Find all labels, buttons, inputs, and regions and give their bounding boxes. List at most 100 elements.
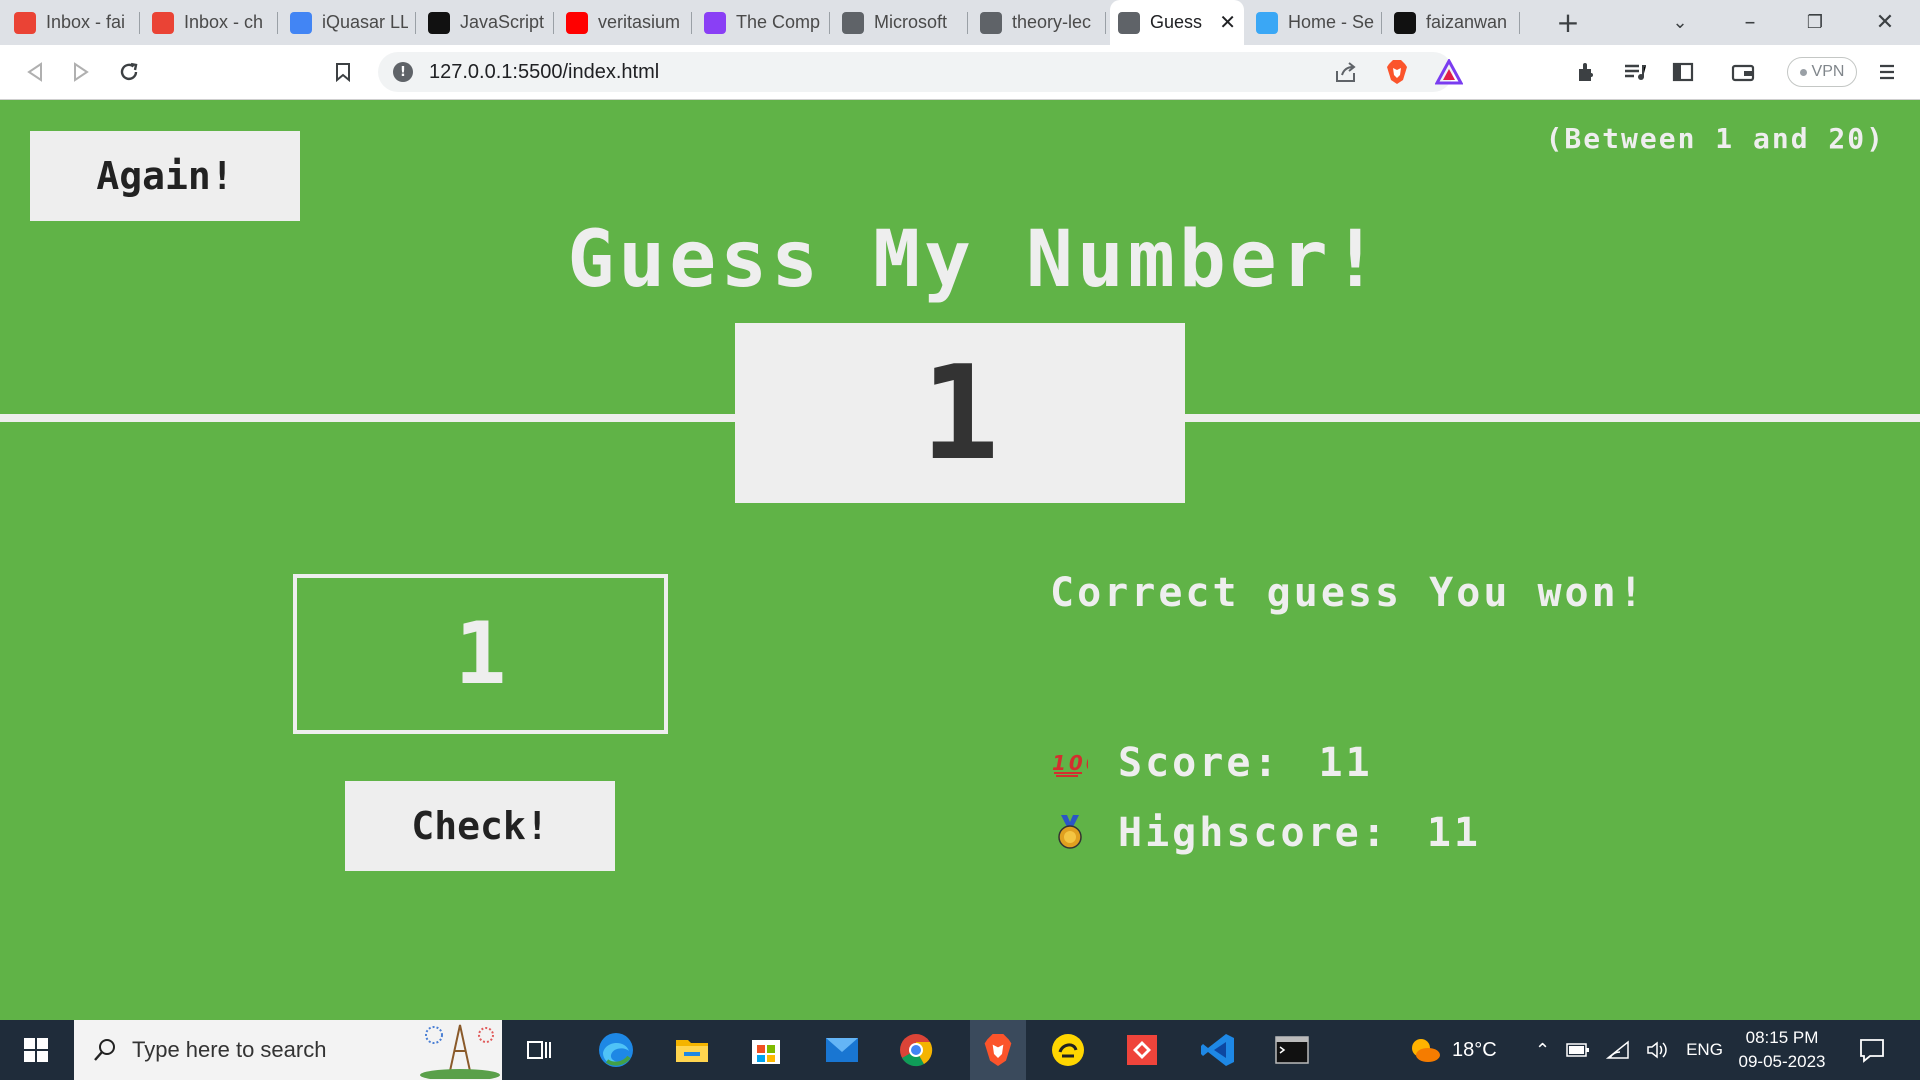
tab-title: The Comp <box>736 12 821 32</box>
browser-tab[interactable]: JavaScript <box>420 0 554 45</box>
status-message: Correct guess You won! <box>1050 570 1646 616</box>
minimize-button[interactable]: – <box>1715 0 1785 45</box>
guess-input[interactable]: 1 <box>293 574 668 734</box>
back-arrow-icon <box>27 62 42 82</box>
edge-icon[interactable] <box>594 1028 638 1072</box>
anydesk-icon[interactable] <box>1120 1028 1164 1072</box>
browser-tab[interactable]: faizanwan <box>1386 0 1520 45</box>
url-text[interactable]: 127.0.0.1:5500/index.html <box>429 61 659 84</box>
highscore-row: Highscore: 11 <box>1052 810 1481 856</box>
page-title: Guess My Number! <box>567 215 1383 305</box>
brave-shield-icon[interactable] <box>1385 59 1409 89</box>
game-page: Again! (Between 1 and 20) Guess My Numbe… <box>0 100 1920 1020</box>
clock[interactable]: 08:15 PM 09-05-2023 <box>1730 1026 1834 1074</box>
tab-bar: Inbox - fai Inbox - ch iQuasar LL JavaScrip… <box>0 0 1920 45</box>
tab-title: veritasium <box>598 12 681 32</box>
taskbar-search-placeholder[interactable]: Type here to search <box>132 1037 326 1063</box>
score-value: 11 <box>1318 740 1373 786</box>
js-icon <box>428 11 450 34</box>
task-view-icon[interactable] <box>518 1028 562 1072</box>
browser-tab[interactable]: veritasium <box>558 0 692 45</box>
site-info-icon[interactable]: ! <box>393 62 413 82</box>
microsoft-store-icon[interactable] <box>744 1028 788 1072</box>
reload-button[interactable] <box>114 57 144 87</box>
windows-taskbar: Type here to search 18°C ⌃ ENG 08:15 PM … <box>0 1020 1920 1080</box>
share-icon[interactable] <box>1334 61 1358 87</box>
wifi-icon[interactable] <box>1606 1040 1630 1060</box>
again-button[interactable]: Again! <box>30 131 300 221</box>
address-bar[interactable]: ! 127.0.0.1:5500/index.html <box>378 52 1464 92</box>
check-button[interactable]: Check! <box>345 781 615 871</box>
new-tab-button[interactable]: + <box>1551 6 1585 39</box>
browser-tab[interactable]: theory-lec <box>972 0 1106 45</box>
brave-rewards-icon[interactable] <box>1434 57 1464 89</box>
file-explorer-icon[interactable] <box>670 1028 714 1072</box>
forward-button[interactable] <box>66 57 96 87</box>
language-indicator[interactable]: ENG <box>1686 1040 1723 1060</box>
clock-date: 09-05-2023 <box>1738 1052 1826 1071</box>
vpn-status-dot <box>1799 68 1807 76</box>
norton-icon[interactable] <box>1046 1028 1090 1072</box>
highscore-label: Highscore: <box>1118 810 1389 856</box>
reload-icon <box>120 62 138 81</box>
browser-tab[interactable]: Inbox - ch <box>144 0 278 45</box>
tab-search-chevron-icon[interactable]: ⌄ <box>1645 0 1715 45</box>
system-tray: ⌃ ENG <box>1535 1020 1723 1080</box>
hundred-points-icon: 100 <box>1052 745 1088 781</box>
browser-tab[interactable]: iQuasar LL <box>282 0 416 45</box>
windows-logo-icon <box>24 1038 48 1062</box>
battery-icon[interactable] <box>1566 1041 1590 1059</box>
highscore-value: 11 <box>1426 810 1481 856</box>
browser-tab[interactable]: The Comp <box>696 0 830 45</box>
chevron-up-icon[interactable]: ⌃ <box>1535 1040 1550 1061</box>
close-window-button[interactable]: ✕ <box>1850 0 1920 45</box>
browser-tab[interactable]: Guess ✕ <box>1110 0 1244 45</box>
weather-temp: 18°C <box>1452 1038 1497 1061</box>
browser-tab[interactable]: Microsoft <box>834 0 968 45</box>
menu-icon[interactable] <box>1872 57 1902 87</box>
mail-icon[interactable] <box>820 1028 864 1072</box>
browser-tab[interactable]: Inbox - fai <box>6 0 140 45</box>
volume-icon[interactable] <box>1646 1040 1670 1060</box>
weather-widget[interactable]: 18°C <box>1408 1020 1497 1080</box>
terminal-icon[interactable] <box>1270 1028 1314 1072</box>
tab-title: Guess <box>1150 12 1203 32</box>
score-label: Score: <box>1118 740 1281 786</box>
extensions-icon[interactable] <box>1572 57 1602 87</box>
clock-time: 08:15 PM <box>1745 1028 1819 1047</box>
browser-tab[interactable]: Home - Se <box>1248 0 1382 45</box>
score-row: 100 Score: 11 <box>1052 740 1373 786</box>
forward-arrow-icon <box>74 62 89 82</box>
search-highlight-image-icon <box>420 1024 500 1079</box>
brave-taskbar-icon[interactable] <box>970 1020 1026 1080</box>
playlist-icon[interactable] <box>1620 57 1650 87</box>
tab-title: Microsoft <box>874 12 948 32</box>
vscode-icon[interactable] <box>1196 1028 1240 1072</box>
globe-icon <box>980 11 1002 34</box>
youtube-icon <box>566 11 588 34</box>
range-hint: (Between 1 and 20) <box>1545 122 1885 155</box>
tab-title: faizanwan <box>1426 12 1508 32</box>
site-icon <box>1256 11 1278 34</box>
taskbar-search-box[interactable]: Type here to search <box>74 1020 502 1080</box>
calendar-icon <box>290 11 312 34</box>
browser-toolbar: ! 127.0.0.1:5500/index.html VPN <box>0 45 1920 100</box>
notification-icon[interactable] <box>1850 1028 1894 1072</box>
tab-title: theory-lec <box>1012 12 1092 32</box>
gmail-icon <box>14 11 36 34</box>
start-button[interactable] <box>14 1028 58 1072</box>
chrome-icon[interactable] <box>894 1028 938 1072</box>
ublock-icon <box>704 11 726 34</box>
sidebar-icon[interactable] <box>1668 57 1698 87</box>
medal-icon <box>1052 815 1088 851</box>
bookmark-button[interactable] <box>328 57 358 87</box>
vpn-button[interactable]: VPN <box>1787 57 1857 87</box>
gmail-icon <box>152 11 174 34</box>
wallet-icon[interactable] <box>1728 57 1758 87</box>
tab-title: iQuasar LL <box>322 12 408 32</box>
restore-button[interactable]: ❐ <box>1780 0 1850 45</box>
weather-icon <box>1412 1039 1440 1062</box>
vpn-label: VPN <box>1811 63 1845 80</box>
back-button[interactable] <box>20 57 50 87</box>
close-tab-icon[interactable]: ✕ <box>1219 10 1236 35</box>
